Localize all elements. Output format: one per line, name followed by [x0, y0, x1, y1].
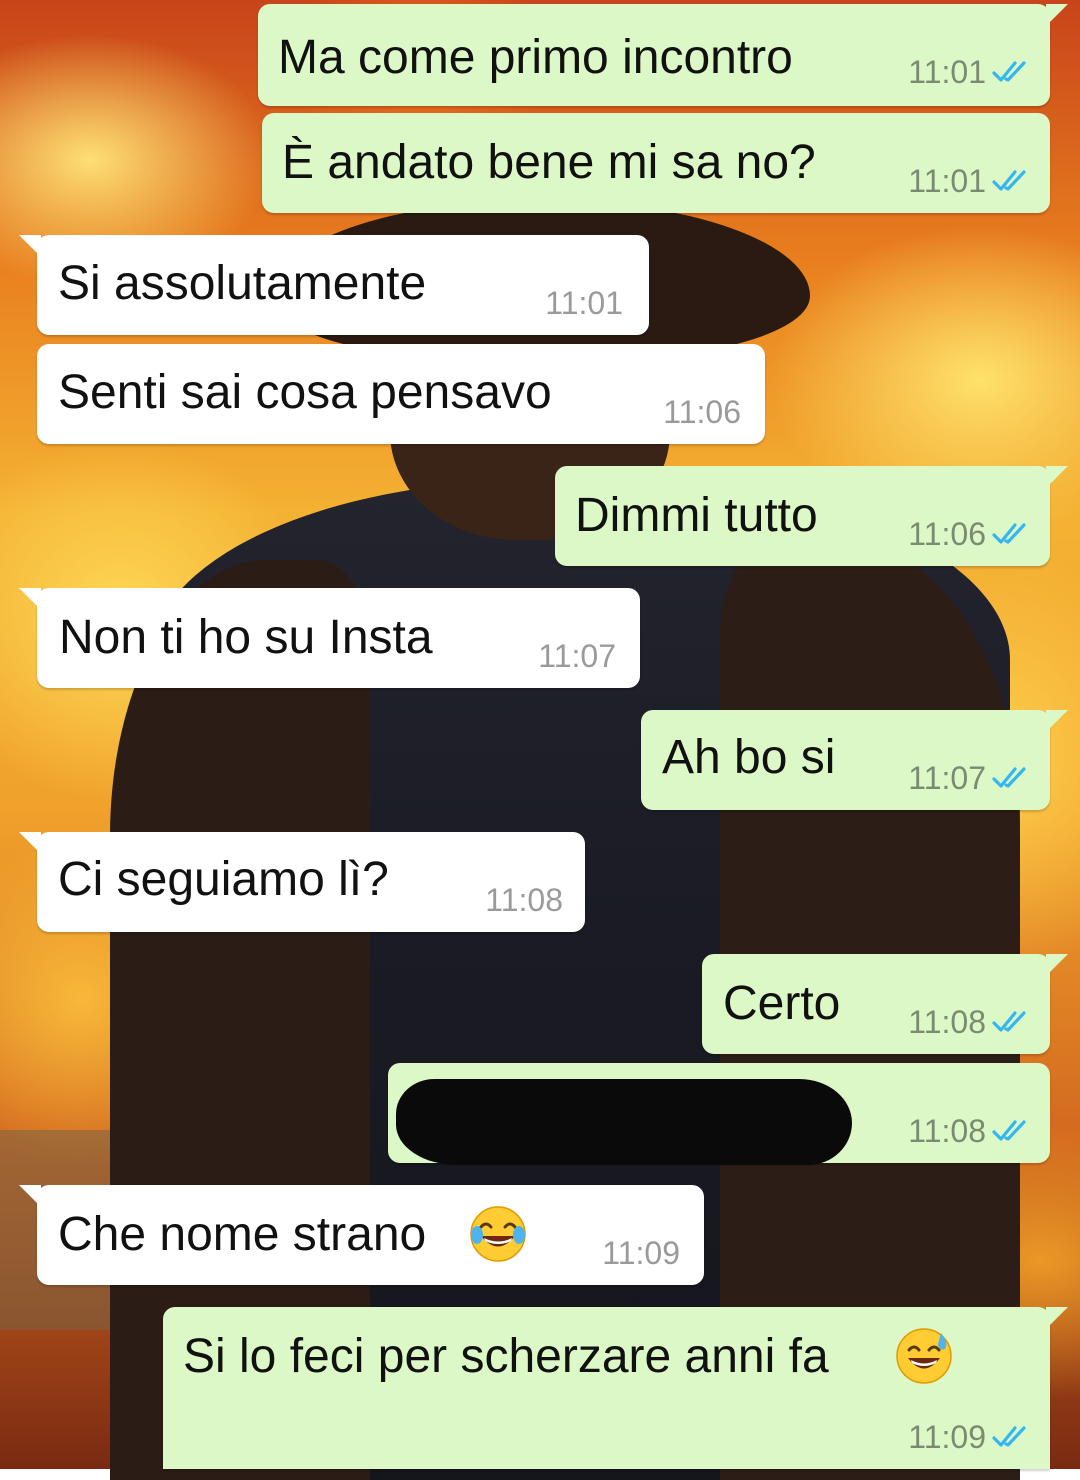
double-check-read-icon [992, 170, 1026, 191]
message-meta: 11:06 [663, 396, 741, 428]
message-meta: 11:09 [602, 1237, 680, 1269]
message-outgoing[interactable]: Dimmi tutto 11:06 [555, 466, 1068, 566]
message-meta: 11:07 [908, 762, 1032, 794]
message-text: Dimmi tutto [575, 489, 818, 542]
message-text: È andato bene mi sa no? [282, 136, 816, 189]
double-check-read-icon [992, 1120, 1026, 1141]
message-text: Ci seguiamo lì? [58, 853, 389, 906]
message-meta: 11:01 [908, 56, 1032, 88]
message-incoming[interactable]: Non ti ho su Insta 11:07 [19, 588, 640, 688]
message-time: 11:09 [602, 1235, 680, 1271]
message-text: Non ti ho su Insta [59, 611, 433, 664]
message-meta: 11:01 [545, 287, 623, 319]
message-outgoing[interactable]: Ah bo si 11:07 [641, 710, 1068, 810]
double-check-read-icon [992, 1011, 1026, 1032]
message-outgoing[interactable]: È andato bene mi sa no? 11:01 [262, 113, 1050, 213]
message-outgoing[interactable]: Certo 11:08 [702, 954, 1068, 1054]
message-time: 11:07 [908, 760, 986, 796]
double-check-read-icon [992, 1426, 1026, 1447]
message-time: 11:08 [908, 1004, 986, 1040]
message-meta: 11:08 [908, 1115, 1032, 1147]
message-incoming[interactable]: Senti sai cosa pensavo 11:06 [37, 344, 765, 444]
message-outgoing-redacted[interactable]: 11:08 [388, 1063, 1050, 1165]
message-incoming[interactable]: Ci seguiamo lì? 11:08 [19, 832, 585, 932]
double-check-read-icon [992, 767, 1026, 788]
message-incoming[interactable]: Che nome strano 11:09 [19, 1185, 704, 1285]
message-time: 11:09 [908, 1419, 986, 1455]
message-outgoing[interactable]: Ma come primo incontro 11:01 [258, 4, 1068, 106]
message-meta: 11:08 [908, 1006, 1032, 1038]
message-meta: 11:01 [908, 165, 1032, 197]
message-meta: 11:06 [908, 518, 1032, 550]
message-time: 11:06 [663, 394, 741, 430]
message-text: Ma come primo incontro [278, 31, 793, 84]
redaction-scribble [396, 1079, 852, 1165]
message-text: Ah bo si [662, 731, 836, 784]
message-text: Certo [723, 977, 841, 1030]
message-text: Senti sai cosa pensavo [58, 366, 552, 419]
message-meta: 11:07 [538, 640, 616, 672]
message-incoming[interactable]: Si assolutamente 11:01 [19, 235, 649, 335]
double-check-read-icon [992, 523, 1026, 544]
message-meta: 11:08 [485, 884, 563, 916]
message-time: 11:01 [908, 54, 986, 90]
face-with-tears-of-joy-icon [470, 1206, 526, 1262]
message-text: Si lo feci per scherzare anni fa [183, 1330, 829, 1383]
message-time: 11:07 [538, 638, 616, 674]
message-outgoing[interactable]: Si lo feci per scherzare anni fa 11:09 [163, 1307, 1068, 1469]
double-check-read-icon [992, 61, 1026, 82]
message-time: 11:01 [545, 285, 623, 321]
message-time: 11:08 [485, 882, 563, 918]
message-time: 11:08 [908, 1113, 986, 1149]
message-meta: 11:09 [908, 1421, 1032, 1453]
message-time: 11:01 [908, 163, 986, 199]
message-text: Che nome strano [58, 1208, 427, 1261]
message-text: Si assolutamente [58, 257, 427, 310]
message-time: 11:06 [908, 516, 986, 552]
grinning-face-with-sweat-icon [896, 1328, 952, 1384]
